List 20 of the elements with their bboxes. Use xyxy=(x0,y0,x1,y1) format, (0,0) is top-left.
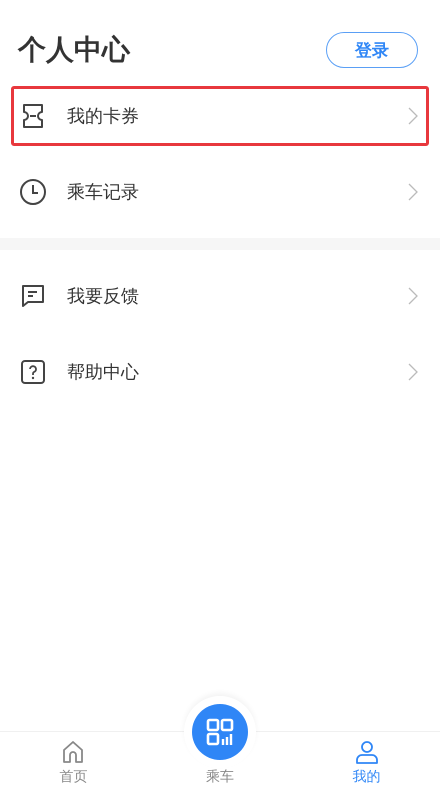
menu-item[interactable]: 帮助中心 xyxy=(11,342,429,402)
qr-code-icon xyxy=(192,704,248,760)
chevron-right-icon xyxy=(408,363,418,381)
message-icon xyxy=(20,283,46,309)
menu-item[interactable]: 我的卡券 xyxy=(11,86,429,146)
chevron-right-icon xyxy=(408,183,418,201)
home-icon xyxy=(61,740,86,764)
ticket-icon xyxy=(20,103,46,129)
chevron-right-icon xyxy=(408,107,418,125)
menu-item[interactable]: 我要反馈 xyxy=(11,266,429,326)
user-icon xyxy=(354,740,379,764)
chevron-right-icon xyxy=(408,287,418,305)
menu-item[interactable]: 乘车记录 xyxy=(11,162,429,222)
clock-icon xyxy=(20,179,46,205)
tab-item[interactable]: 首页 xyxy=(0,740,147,792)
help-icon xyxy=(20,359,46,385)
tab-item[interactable]: 乘车 xyxy=(146,696,294,792)
page-title: 个人中心 xyxy=(18,32,130,68)
tab-item[interactable]: 我的 xyxy=(293,740,440,792)
login-button[interactable]: 登录 xyxy=(326,32,418,68)
